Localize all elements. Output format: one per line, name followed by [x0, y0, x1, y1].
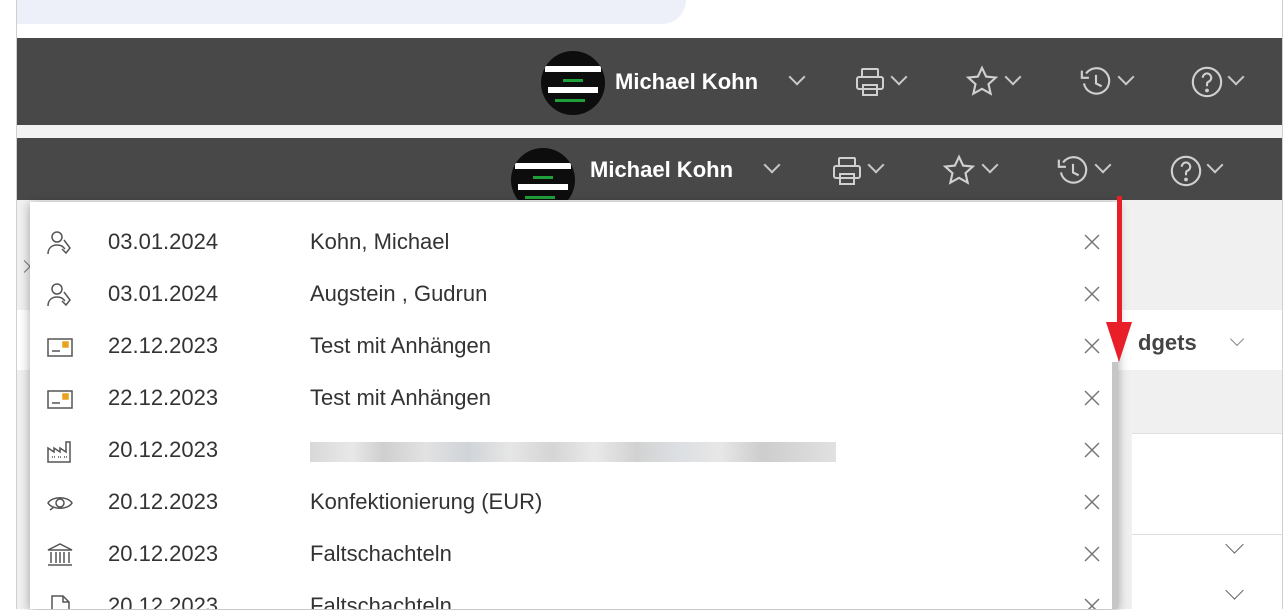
- print-chevron-icon[interactable]: [867, 156, 885, 174]
- redacted-text: [310, 442, 836, 462]
- divider: [1132, 534, 1282, 535]
- widgets-button-label[interactable]: dgets: [1138, 330, 1197, 356]
- history-item-date: 20.12.2023: [108, 593, 219, 609]
- header-bar: Michael Kohn: [17, 138, 1282, 212]
- contact-person-icon: [47, 283, 71, 307]
- print-chevron-icon[interactable]: [890, 68, 908, 86]
- document-icon: [51, 595, 70, 609]
- print-icon[interactable]: [831, 155, 863, 187]
- right-border: [1282, 0, 1283, 609]
- close-icon[interactable]: [1080, 386, 1104, 410]
- widget-panel: [1132, 433, 1282, 610]
- history-dropdown: 03.01.2024 Kohn, Michael 03.01.2024 Augs…: [30, 202, 1118, 609]
- help-chevron-icon[interactable]: [1206, 156, 1224, 174]
- header-separator: [17, 125, 1282, 138]
- bank-icon: [47, 543, 73, 566]
- annotation-arrow-head: [1106, 322, 1132, 362]
- help-icon[interactable]: [1190, 65, 1224, 99]
- email-icon: [47, 338, 73, 357]
- history-item-date: 20.12.2023: [108, 437, 219, 462]
- eye-view-icon: [47, 497, 73, 511]
- history-item-name[interactable]: Konfektionierung (EUR): [310, 489, 542, 515]
- close-icon[interactable]: [1080, 334, 1104, 358]
- history-item[interactable]: 22.12.2023 Test mit Anhängen: [30, 372, 1118, 424]
- history-item-date: 22.12.2023: [108, 333, 219, 358]
- history-chevron-icon[interactable]: [1117, 68, 1135, 86]
- avatar[interactable]: [541, 51, 605, 115]
- user-name[interactable]: Michael Kohn: [590, 157, 733, 183]
- close-icon[interactable]: [1080, 542, 1104, 566]
- favorites-chevron-icon[interactable]: [1004, 68, 1022, 86]
- history-item-name[interactable]: Test mit Anhängen: [310, 385, 491, 411]
- star-icon[interactable]: [965, 65, 999, 99]
- history-item[interactable]: 20.12.2023 Faltschachteln: [30, 580, 1118, 609]
- scrollbar-thumb[interactable]: [1112, 362, 1118, 609]
- annotation-arrow-shaft: [1117, 196, 1122, 328]
- active-tab-shape[interactable]: [16, 0, 686, 24]
- help-icon[interactable]: [1169, 154, 1203, 188]
- favorites-chevron-icon[interactable]: [981, 156, 999, 174]
- chevron-down-icon[interactable]: [1225, 581, 1244, 600]
- history-item-date: 20.12.2023: [108, 489, 219, 514]
- history-item-date: 20.12.2023: [108, 541, 219, 566]
- history-item-date: 22.12.2023: [108, 385, 219, 410]
- history-icon[interactable]: [1079, 65, 1113, 99]
- user-menu-chevron-icon[interactable]: [763, 156, 781, 174]
- close-icon[interactable]: [1080, 594, 1104, 609]
- user-menu-chevron-icon[interactable]: [788, 68, 806, 86]
- close-icon[interactable]: [1080, 282, 1104, 306]
- history-item-name[interactable]: Faltschachteln: [310, 541, 452, 567]
- history-item-name[interactable]: Test mit Anhängen: [310, 333, 491, 359]
- close-icon[interactable]: [1080, 490, 1104, 514]
- history-item[interactable]: 22.12.2023 Test mit Anhängen: [30, 320, 1118, 372]
- close-icon[interactable]: [1080, 438, 1104, 462]
- factory-icon: [47, 441, 71, 463]
- browser-tab-strip: [0, 0, 1286, 38]
- history-icon[interactable]: [1056, 154, 1090, 188]
- history-item-date: 03.01.2024: [108, 229, 219, 254]
- star-icon[interactable]: [942, 154, 976, 188]
- help-chevron-icon[interactable]: [1227, 68, 1245, 86]
- print-icon[interactable]: [854, 66, 886, 98]
- history-item-name[interactable]: Faltschachteln: [310, 593, 452, 609]
- chevron-down-icon[interactable]: [1225, 535, 1244, 554]
- history-item[interactable]: 20.12.2023: [30, 424, 1118, 476]
- history-item[interactable]: 20.12.2023 Faltschachteln: [30, 528, 1118, 580]
- history-chevron-icon[interactable]: [1094, 156, 1112, 174]
- contact-person-icon: [47, 231, 71, 255]
- history-item[interactable]: 03.01.2024 Kohn, Michael: [30, 216, 1118, 268]
- close-icon[interactable]: [1080, 230, 1104, 254]
- header-bar-top: Michael Kohn: [17, 38, 1282, 125]
- history-item-name[interactable]: Kohn, Michael: [310, 229, 449, 255]
- email-icon: [47, 390, 73, 409]
- history-item[interactable]: 03.01.2024 Augstein , Gudrun: [30, 268, 1118, 320]
- user-name[interactable]: Michael Kohn: [615, 69, 758, 95]
- history-item-name[interactable]: Augstein , Gudrun: [310, 281, 487, 307]
- history-item[interactable]: 20.12.2023 Konfektionierung (EUR): [30, 476, 1118, 528]
- history-item-date: 03.01.2024: [108, 281, 219, 306]
